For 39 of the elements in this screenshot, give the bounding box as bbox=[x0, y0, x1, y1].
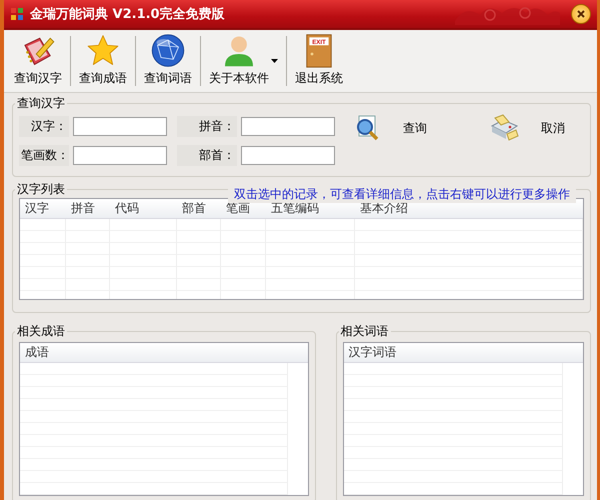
table-cell bbox=[20, 231, 66, 243]
toolbar-button[interactable]: 查询汉字 bbox=[8, 31, 68, 91]
field-label: 部首： bbox=[177, 145, 237, 166]
group-title: 汉字列表 bbox=[16, 181, 66, 198]
input-field[interactable] bbox=[73, 146, 167, 165]
table-cell bbox=[177, 219, 221, 231]
close-icon bbox=[575, 8, 587, 20]
input-field[interactable] bbox=[241, 117, 335, 136]
group-title: 相关成语 bbox=[16, 323, 66, 340]
table-cell bbox=[66, 219, 110, 231]
table-cell bbox=[20, 279, 66, 291]
group-title: 查询汉字 bbox=[16, 95, 66, 112]
printer-icon bbox=[489, 114, 519, 142]
table-cell bbox=[221, 219, 266, 231]
column-header[interactable]: 代码 bbox=[110, 199, 177, 218]
toolbar-button[interactable]: 查询词语 bbox=[138, 31, 198, 91]
input-field[interactable] bbox=[73, 117, 167, 136]
input-field[interactable] bbox=[241, 146, 335, 165]
toolbar-button[interactable]: 关于本软件 bbox=[203, 31, 275, 91]
window-title: 金瑞万能词典 V2.1.0完全免费版 bbox=[30, 6, 225, 23]
app-icon bbox=[10, 7, 24, 21]
table-cell bbox=[20, 219, 66, 231]
hint-text: 双击选中的记录，可查看详细信息，点击右键可以进行更多操作 bbox=[228, 186, 576, 203]
table-cell bbox=[20, 243, 66, 255]
toolbar-button[interactable]: 查询成语 bbox=[73, 31, 133, 91]
column-header[interactable]: 部首 bbox=[177, 199, 221, 218]
table-cell bbox=[20, 255, 66, 267]
action-button[interactable]: 取消 bbox=[489, 114, 565, 142]
table-cell bbox=[20, 267, 66, 279]
column-header[interactable]: 拼音 bbox=[66, 199, 110, 218]
column-header[interactable]: 汉字 bbox=[20, 199, 66, 218]
table-cell bbox=[110, 219, 177, 231]
group-title: 相关词语 bbox=[340, 323, 390, 340]
caret-icon[interactable] bbox=[271, 59, 278, 63]
close-button[interactable] bbox=[571, 4, 591, 24]
action-button[interactable]: 查询 bbox=[353, 114, 427, 142]
field-label: 笔画数： bbox=[19, 145, 69, 166]
field-label: 汉字： bbox=[19, 116, 69, 137]
field-label: 拼音： bbox=[177, 116, 237, 137]
